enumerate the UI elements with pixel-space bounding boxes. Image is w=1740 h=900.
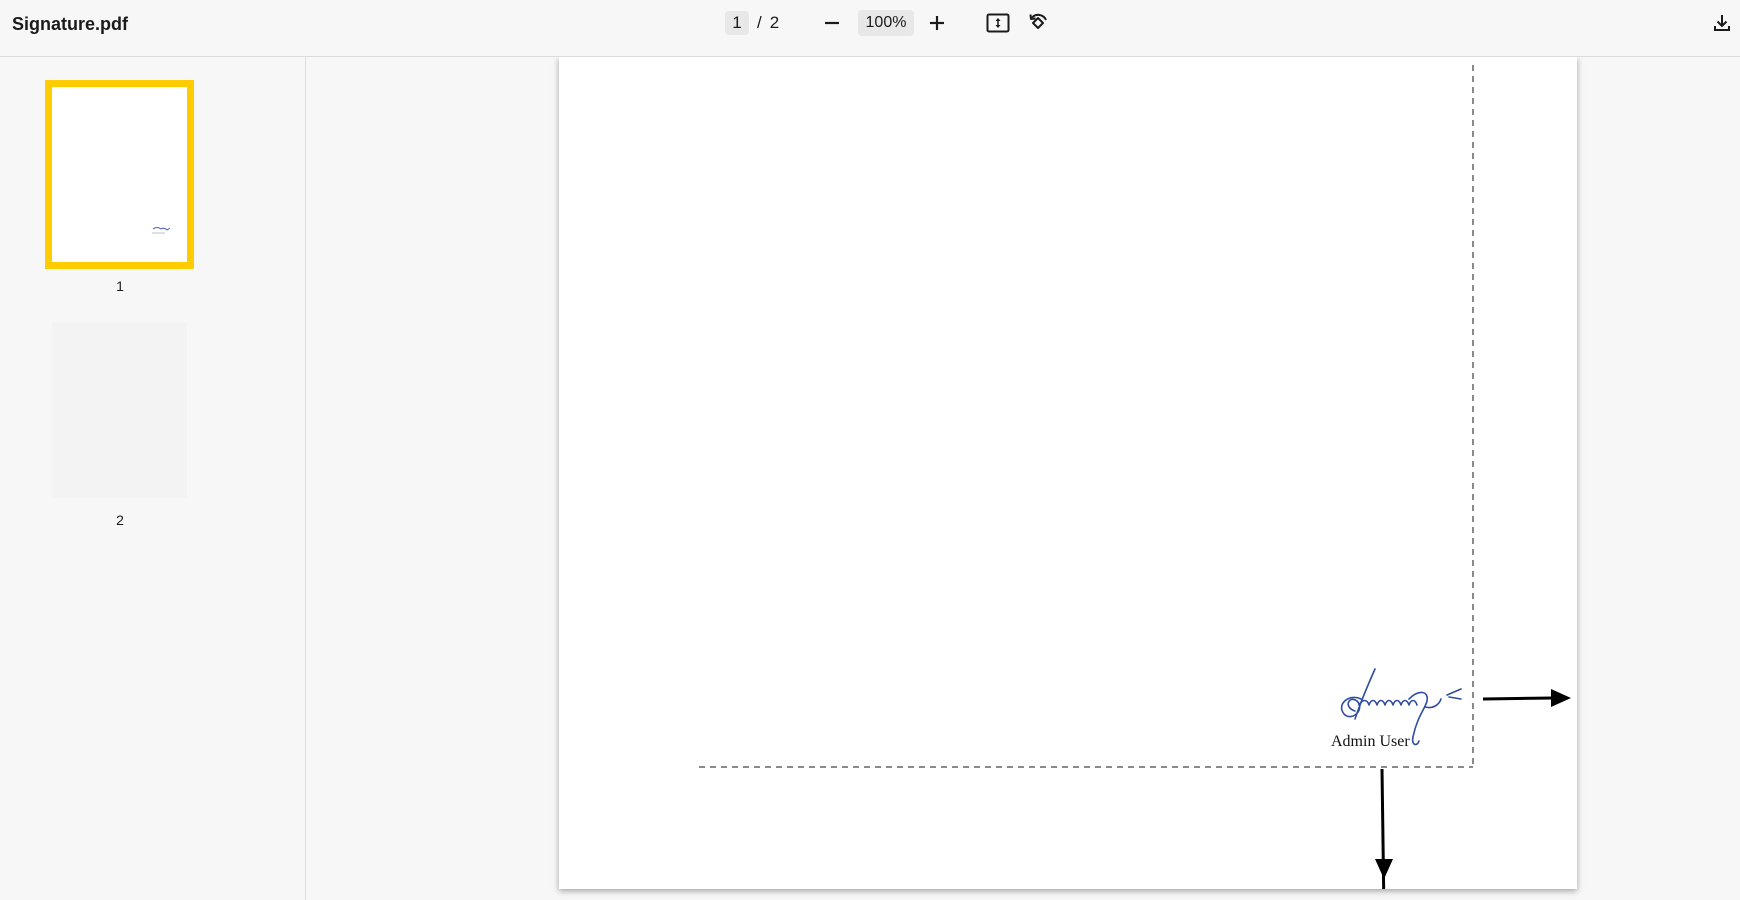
- rotate-button[interactable]: [1023, 9, 1053, 37]
- thumbnail-label-2: 2: [116, 512, 124, 528]
- rotate-icon: [1029, 13, 1047, 29]
- minus-icon: [825, 21, 839, 25]
- download-icon: [1714, 15, 1730, 31]
- zoom-level[interactable]: 100%: [858, 10, 914, 36]
- pdf-page: [559, 57, 1577, 889]
- zoom-out-button[interactable]: [817, 9, 847, 37]
- thumbnail-signature-preview: [152, 227, 171, 234]
- document-title: Signature.pdf: [12, 14, 128, 34]
- plus-icon: [930, 16, 944, 30]
- page-navigation: 1 / 2: [725, 10, 779, 36]
- page-thumbnail-2[interactable]: [52, 323, 187, 498]
- current-page-input[interactable]: 1: [725, 11, 749, 35]
- right-arrow: [1482, 689, 1571, 707]
- thumbnail-sidebar: 1 2: [0, 57, 306, 900]
- thumbnail-label-1: 1: [116, 278, 124, 294]
- toolbar: Signature.pdf 1 / 2 100%: [0, 0, 1740, 57]
- page-thumbnail-1[interactable]: [45, 80, 194, 269]
- total-pages: 2: [769, 13, 780, 32]
- down-arrow: [1375, 768, 1393, 889]
- download-button[interactable]: [1707, 9, 1737, 37]
- zoom-in-button[interactable]: [922, 9, 952, 37]
- document-viewer[interactable]: Admin User: [307, 57, 1740, 900]
- page-annotations: [699, 65, 1571, 889]
- fit-page-icon: [986, 13, 1010, 33]
- fit-page-button[interactable]: [983, 9, 1013, 37]
- page-separator: /: [757, 13, 762, 32]
- signer-name: Admin User: [1331, 733, 1410, 750]
